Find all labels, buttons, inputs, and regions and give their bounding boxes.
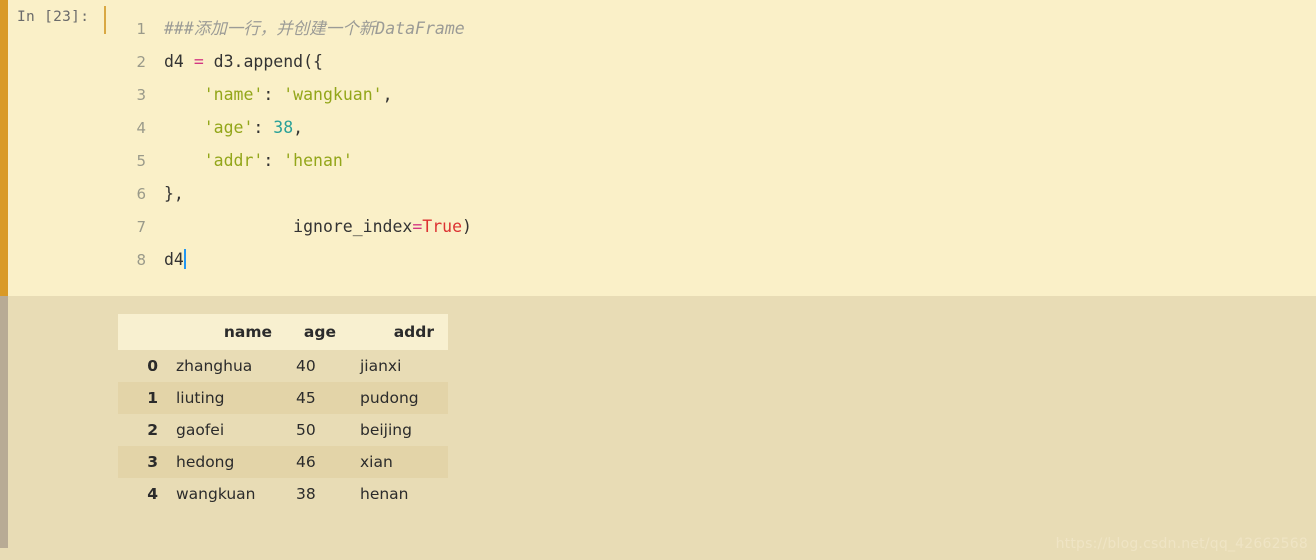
watermark-text: https://blog.csdn.net/qq_42662568 bbox=[1055, 536, 1308, 552]
code-editor[interactable]: 1 ###添加一行，并创建一个新DataFrame 2 d4 = d3.append(… bbox=[118, 12, 1316, 296]
code-token-op: = bbox=[193, 52, 204, 71]
code-line-text[interactable]: d4 bbox=[164, 243, 186, 276]
line-number: 8 bbox=[136, 251, 146, 269]
code-line[interactable]: 3 'name': 'wangkuan', bbox=[118, 78, 1316, 111]
code-token-num: 38 bbox=[273, 118, 294, 137]
table-cell-age: 38 bbox=[296, 485, 316, 503]
code-token-plain: ) bbox=[462, 217, 472, 236]
table-cell-index: 3 bbox=[147, 453, 158, 471]
code-line-text[interactable]: d4 = d3.append({ bbox=[164, 45, 323, 78]
code-line-text[interactable]: 'age': 38, bbox=[164, 111, 303, 144]
code-token-kw: True bbox=[422, 217, 463, 236]
code-token-plain: , bbox=[293, 118, 304, 137]
table-header-name: name bbox=[223, 323, 272, 341]
code-line[interactable]: 2 d4 = d3.append({ bbox=[118, 45, 1316, 78]
dataframe-header: name age addr bbox=[118, 314, 448, 350]
table-cell-index: 1 bbox=[147, 389, 158, 407]
dataframe-header-row: name age addr bbox=[118, 314, 448, 350]
dataframe-output-table: name age addr 0 zhanghua 40 jianxi 1 liuting 45 p… bbox=[118, 314, 448, 510]
table-cell-age: 45 bbox=[296, 389, 316, 407]
notebook-output-area: name age addr 0 zhanghua 40 jianxi 1 liuting 45 p… bbox=[0, 296, 1316, 560]
code-token-comment: ###添加一行，并创建一个新DataFrame bbox=[164, 19, 465, 38]
line-number: 3 bbox=[136, 86, 146, 104]
execution-prompt-label: In [23]: bbox=[17, 9, 90, 25]
code-token-plain: d4 bbox=[164, 250, 184, 269]
line-number: 7 bbox=[136, 218, 146, 236]
table-cell-age: 46 bbox=[296, 453, 316, 471]
table-cell-addr: beijing bbox=[360, 421, 412, 439]
code-line[interactable]: 1 ###添加一行，并创建一个新DataFrame bbox=[118, 12, 1316, 45]
code-token-plain: : bbox=[263, 85, 284, 104]
line-number: 4 bbox=[136, 119, 146, 137]
table-cell-name: gaofei bbox=[176, 421, 225, 439]
code-line[interactable]: 4 'age': 38, bbox=[118, 111, 1316, 144]
table-cell-addr: jianxi bbox=[360, 357, 402, 375]
code-token-plain: , bbox=[382, 85, 393, 104]
code-token-str: 'name' bbox=[203, 85, 264, 104]
code-line-text[interactable]: }, bbox=[164, 177, 184, 210]
table-cell-index: 4 bbox=[147, 485, 158, 503]
code-token-plain: d4 bbox=[164, 52, 194, 71]
line-number: 2 bbox=[136, 53, 146, 71]
prompt-divider bbox=[104, 6, 106, 34]
table-header-addr: addr bbox=[393, 323, 434, 341]
table-cell-age: 40 bbox=[296, 357, 316, 375]
input-cell-accent-bar bbox=[0, 0, 8, 296]
table-cell-addr: xian bbox=[360, 453, 393, 471]
code-token-str: 'henan' bbox=[283, 151, 353, 170]
code-token-plain: ignore_index bbox=[164, 217, 413, 236]
code-token-str: 'wangkuan' bbox=[283, 85, 383, 104]
code-token-plain: : bbox=[263, 151, 284, 170]
line-number: 6 bbox=[136, 185, 146, 203]
code-line[interactable]: 5 'addr': 'henan' bbox=[118, 144, 1316, 177]
code-token-str: 'age' bbox=[203, 118, 254, 137]
table-row: 0 zhanghua 40 jianxi bbox=[118, 350, 448, 382]
code-line[interactable]: 6}, bbox=[118, 177, 1316, 210]
notebook-input-cell[interactable]: In [23]: 1 ###添加一行，并创建一个新DataFrame 2 d4 = d… bbox=[0, 0, 1316, 296]
code-token-plain: d3.append({ bbox=[203, 52, 323, 71]
dataframe-body: 0 zhanghua 40 jianxi 1 liuting 45 pudong 2 gaofei… bbox=[118, 350, 448, 510]
table-header-age: age bbox=[303, 323, 336, 341]
code-line-text[interactable]: 'name': 'wangkuan', bbox=[164, 78, 393, 111]
table-row: 3 hedong 46 xian bbox=[118, 446, 448, 478]
code-token-plain: : bbox=[253, 118, 274, 137]
table-cell-name: liuting bbox=[176, 389, 225, 407]
code-token-str: 'addr' bbox=[203, 151, 264, 170]
table-cell-addr: henan bbox=[360, 485, 409, 503]
output-accent-bar bbox=[0, 296, 8, 548]
table-cell-name: hedong bbox=[176, 453, 235, 471]
table-cell-name: zhanghua bbox=[176, 357, 253, 375]
code-line-text[interactable]: 'addr': 'henan' bbox=[164, 144, 353, 177]
table-cell-name: wangkuan bbox=[176, 485, 256, 503]
text-cursor bbox=[183, 249, 186, 269]
code-line[interactable]: 7 ignore_index=True) bbox=[118, 210, 1316, 243]
table-header-index bbox=[118, 314, 166, 350]
code-line-text[interactable]: ignore_index=True) bbox=[164, 210, 472, 243]
line-number: 1 bbox=[136, 20, 146, 38]
table-cell-addr: pudong bbox=[360, 389, 419, 407]
table-cell-index: 2 bbox=[147, 421, 158, 439]
table-row: 4 wangkuan 38 henan bbox=[118, 478, 448, 510]
table-row: 2 gaofei 50 beijing bbox=[118, 414, 448, 446]
table-row: 1 liuting 45 pudong bbox=[118, 382, 448, 414]
table-cell-age: 50 bbox=[296, 421, 316, 439]
code-line-text[interactable]: ###添加一行，并创建一个新DataFrame bbox=[164, 12, 465, 45]
table-cell-index: 0 bbox=[147, 357, 158, 375]
code-token-plain: }, bbox=[164, 184, 184, 203]
line-number: 5 bbox=[136, 152, 146, 170]
code-line[interactable]: 8 d4 bbox=[118, 243, 1316, 276]
code-token-op: = bbox=[412, 217, 423, 236]
